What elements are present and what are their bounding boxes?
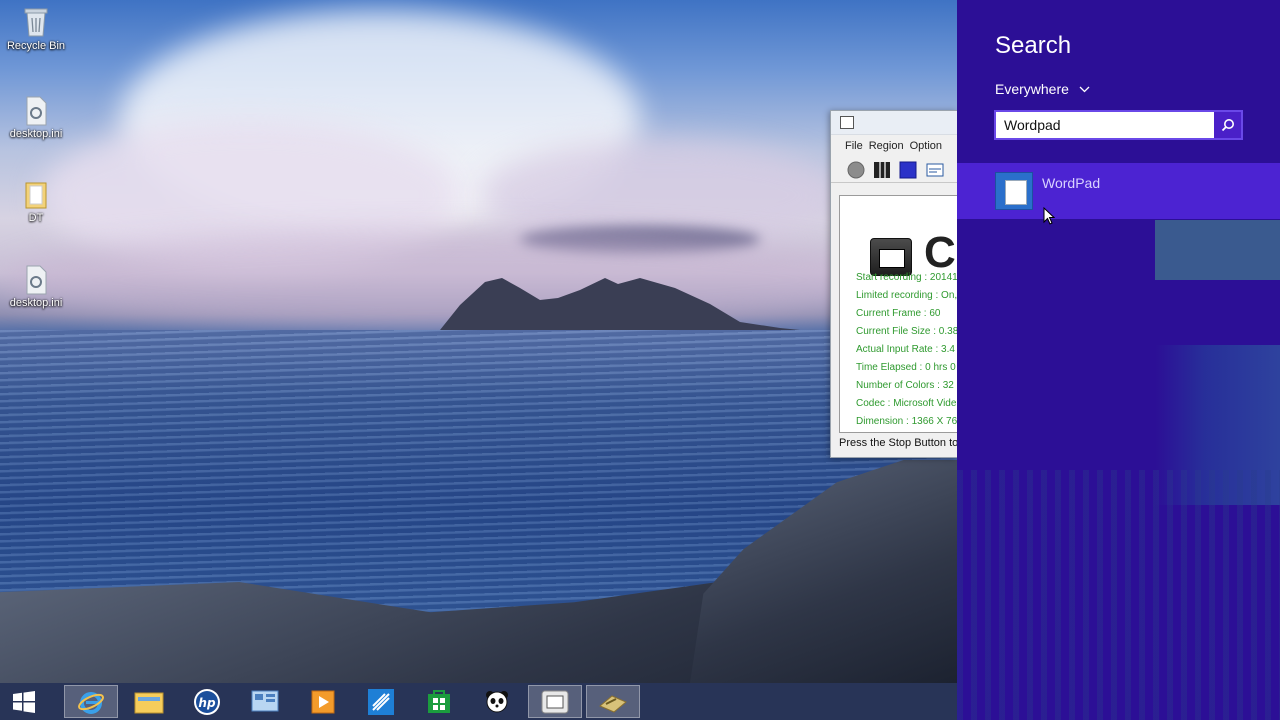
status-bar-text: Press the Stop Button to bbox=[839, 437, 957, 449]
recorder-logo-icon bbox=[870, 238, 912, 276]
region-icon[interactable] bbox=[925, 161, 945, 179]
search-input[interactable] bbox=[996, 112, 1214, 138]
search-scope-label: Everywhere bbox=[995, 81, 1069, 97]
desktop-icon-label: desktop.ini bbox=[9, 297, 63, 309]
window-titlebar[interactable] bbox=[831, 111, 957, 135]
stat-codec: Codec : Microsoft Vide bbox=[856, 398, 957, 409]
taskbar-control-panel[interactable] bbox=[238, 685, 292, 718]
desktop-icon-label: DT bbox=[28, 212, 44, 224]
chevron-down-icon bbox=[1079, 86, 1090, 92]
taskbar-app[interactable] bbox=[354, 685, 408, 718]
internet-explorer-icon bbox=[78, 691, 104, 714]
settings-file-icon bbox=[26, 96, 47, 126]
taskbar-store[interactable] bbox=[412, 685, 466, 718]
taskbar: hp bbox=[0, 683, 957, 720]
record-icon[interactable] bbox=[847, 161, 865, 179]
search-scope-dropdown[interactable]: Everywhere bbox=[995, 81, 1090, 97]
stat-time-elapsed: Time Elapsed : 0 hrs 0 bbox=[856, 362, 956, 373]
panda-icon bbox=[486, 690, 508, 712]
desktop-icon-recycle-bin[interactable]: Recycle Bin bbox=[0, 6, 72, 52]
media-player-icon bbox=[311, 690, 335, 713]
stat-actual-input-rate: Actual Input Rate : 3.4 bbox=[856, 344, 955, 355]
app-icon bbox=[368, 688, 394, 715]
taskbar-media-player[interactable] bbox=[296, 685, 350, 718]
taskbar-snippet[interactable] bbox=[586, 685, 640, 718]
recorder-app-icon bbox=[840, 116, 854, 129]
store-icon bbox=[428, 689, 450, 713]
charm-background-artifact bbox=[1155, 220, 1280, 280]
mouse-cursor-icon bbox=[1043, 207, 1055, 225]
desktop: Recycle Bin desktop.ini DT desktop.ini bbox=[0, 0, 957, 683]
menu-option[interactable]: Option bbox=[910, 140, 948, 152]
recycle-bin-icon bbox=[24, 8, 48, 37]
charm-background-artifact bbox=[957, 470, 1280, 720]
settings-file-icon bbox=[26, 265, 47, 295]
pause-icon[interactable] bbox=[873, 161, 891, 179]
desktop-icon-label: desktop.ini bbox=[9, 128, 63, 140]
menu-bar: File Region Option bbox=[831, 135, 957, 157]
search-box bbox=[994, 110, 1243, 140]
desktop-icon-label: Recycle Bin bbox=[6, 40, 66, 52]
windows-logo-icon bbox=[13, 690, 35, 713]
svg-text:hp: hp bbox=[198, 696, 216, 710]
screen-recorder-window[interactable]: File Region Option Ca Start recording : … bbox=[830, 110, 957, 458]
search-result-wordpad[interactable]: WordPad bbox=[957, 163, 1280, 219]
recorder-toolbar bbox=[831, 157, 957, 183]
recording-info-panel: Ca Start recording : 20141 Limited recor… bbox=[839, 195, 957, 433]
screen-recorder-icon bbox=[541, 690, 569, 713]
search-button[interactable] bbox=[1214, 112, 1241, 138]
desktop-icon-desktop-ini[interactable]: desktop.ini bbox=[0, 96, 72, 140]
menu-file[interactable]: File bbox=[831, 140, 869, 152]
stat-current-file-size: Current File Size : 0.38 bbox=[856, 326, 957, 337]
start-button[interactable] bbox=[0, 685, 48, 718]
taskbar-panda[interactable] bbox=[470, 685, 524, 718]
stat-current-frame: Current Frame : 60 bbox=[856, 308, 941, 319]
control-panel-icon bbox=[251, 690, 279, 711]
wordpad-icon bbox=[995, 172, 1033, 210]
recorder-logo-text: Ca bbox=[924, 228, 957, 277]
desktop-icon-dt-folder[interactable]: DT bbox=[0, 180, 72, 224]
search-result-label: WordPad bbox=[1042, 175, 1101, 191]
taskbar-screen-recorder[interactable] bbox=[528, 685, 582, 718]
menu-region[interactable]: Region bbox=[869, 140, 910, 152]
search-icon bbox=[1221, 119, 1234, 132]
snippet-icon bbox=[599, 694, 627, 713]
folder-icon bbox=[25, 182, 47, 209]
hp-icon: hp bbox=[194, 688, 220, 715]
search-charm-pane: Search Everywhere WordPad bbox=[957, 0, 1280, 720]
charm-title: Search bbox=[995, 32, 1072, 59]
taskbar-file-explorer[interactable] bbox=[122, 685, 176, 718]
stat-number-of-colors: Number of Colors : 32 b bbox=[856, 380, 957, 391]
taskbar-internet-explorer[interactable] bbox=[64, 685, 118, 718]
stop-icon[interactable] bbox=[899, 161, 917, 179]
desktop-icon-desktop-ini[interactable]: desktop.ini bbox=[0, 265, 72, 309]
taskbar-hp[interactable]: hp bbox=[180, 685, 234, 718]
stat-dimension: Dimension : 1366 X 76 bbox=[856, 416, 957, 427]
file-explorer-icon bbox=[134, 692, 164, 713]
stat-start-recording: Start recording : 20141 bbox=[856, 272, 957, 283]
stat-limited-recording: Limited recording : On, bbox=[856, 290, 957, 301]
